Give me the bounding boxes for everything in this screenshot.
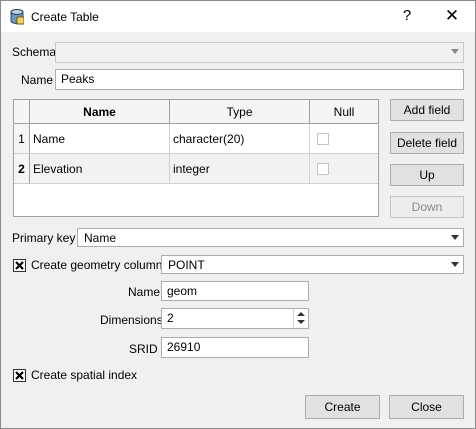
null-checkbox[interactable]: [317, 133, 329, 145]
table-corner: [14, 100, 30, 124]
null-checkbox[interactable]: [317, 163, 329, 175]
geometry-name-input[interactable]: geom: [161, 281, 309, 301]
database-table-icon: [10, 9, 24, 25]
stepper-down-icon[interactable]: [297, 320, 305, 324]
schema-label: Schema: [12, 45, 57, 59]
column-header-type[interactable]: Type: [170, 100, 310, 124]
create-button[interactable]: Create: [305, 395, 380, 419]
row-number[interactable]: 2: [14, 154, 30, 184]
chevron-down-icon: [451, 235, 459, 240]
srid-label: SRID: [129, 342, 158, 356]
close-button[interactable]: Close: [389, 395, 464, 419]
table-cell-field-name[interactable]: Elevation: [30, 154, 170, 184]
chevron-down-icon: [451, 262, 459, 267]
create-table-dialog: Create Table ? ✕ Schema Name Peaks Name …: [0, 0, 476, 429]
srid-input[interactable]: 26910: [161, 337, 309, 358]
chevron-down-icon: [451, 49, 459, 54]
create-geometry-checkbox[interactable]: [13, 259, 26, 272]
move-up-button[interactable]: Up: [390, 164, 464, 186]
primary-key-label: Primary key: [12, 231, 76, 245]
table-cell-field-type[interactable]: character(20): [170, 124, 310, 154]
stepper-up-icon[interactable]: [297, 312, 305, 316]
name-label: Name: [21, 73, 54, 87]
close-window-button[interactable]: ✕: [437, 5, 467, 27]
table-cell-field-type[interactable]: integer: [170, 154, 310, 184]
table-name-input[interactable]: Peaks: [55, 69, 464, 90]
title-bar: Create Table ? ✕: [1, 1, 475, 32]
schema-combo[interactable]: [55, 42, 464, 63]
table-cell-null[interactable]: [310, 154, 378, 184]
column-header-name[interactable]: Name: [30, 100, 170, 124]
geometry-type-combo[interactable]: POINT: [161, 255, 464, 274]
move-down-button[interactable]: Down: [390, 196, 464, 218]
delete-field-button[interactable]: Delete field: [390, 132, 464, 154]
fields-table: Name Type Null 1 Name character(20) 2 El…: [13, 99, 379, 217]
add-field-button[interactable]: Add field: [390, 99, 464, 121]
window-title: Create Table: [31, 10, 99, 24]
dimensions-spinbox[interactable]: 2: [161, 308, 309, 329]
row-number[interactable]: 1: [14, 124, 30, 154]
column-header-null[interactable]: Null: [310, 100, 378, 124]
table-cell-field-name[interactable]: Name: [30, 124, 170, 154]
create-spatial-index-label: Create spatial index: [31, 368, 138, 382]
help-button[interactable]: ?: [397, 5, 417, 27]
table-cell-null[interactable]: [310, 124, 378, 154]
geometry-name-label: Name: [128, 285, 161, 299]
create-geometry-label: Create geometry column: [31, 258, 163, 272]
dimensions-label: Dimensions: [100, 313, 163, 327]
create-spatial-index-checkbox[interactable]: [13, 369, 26, 382]
primary-key-combo[interactable]: Name: [77, 228, 464, 247]
dimensions-stepper[interactable]: [293, 309, 308, 328]
